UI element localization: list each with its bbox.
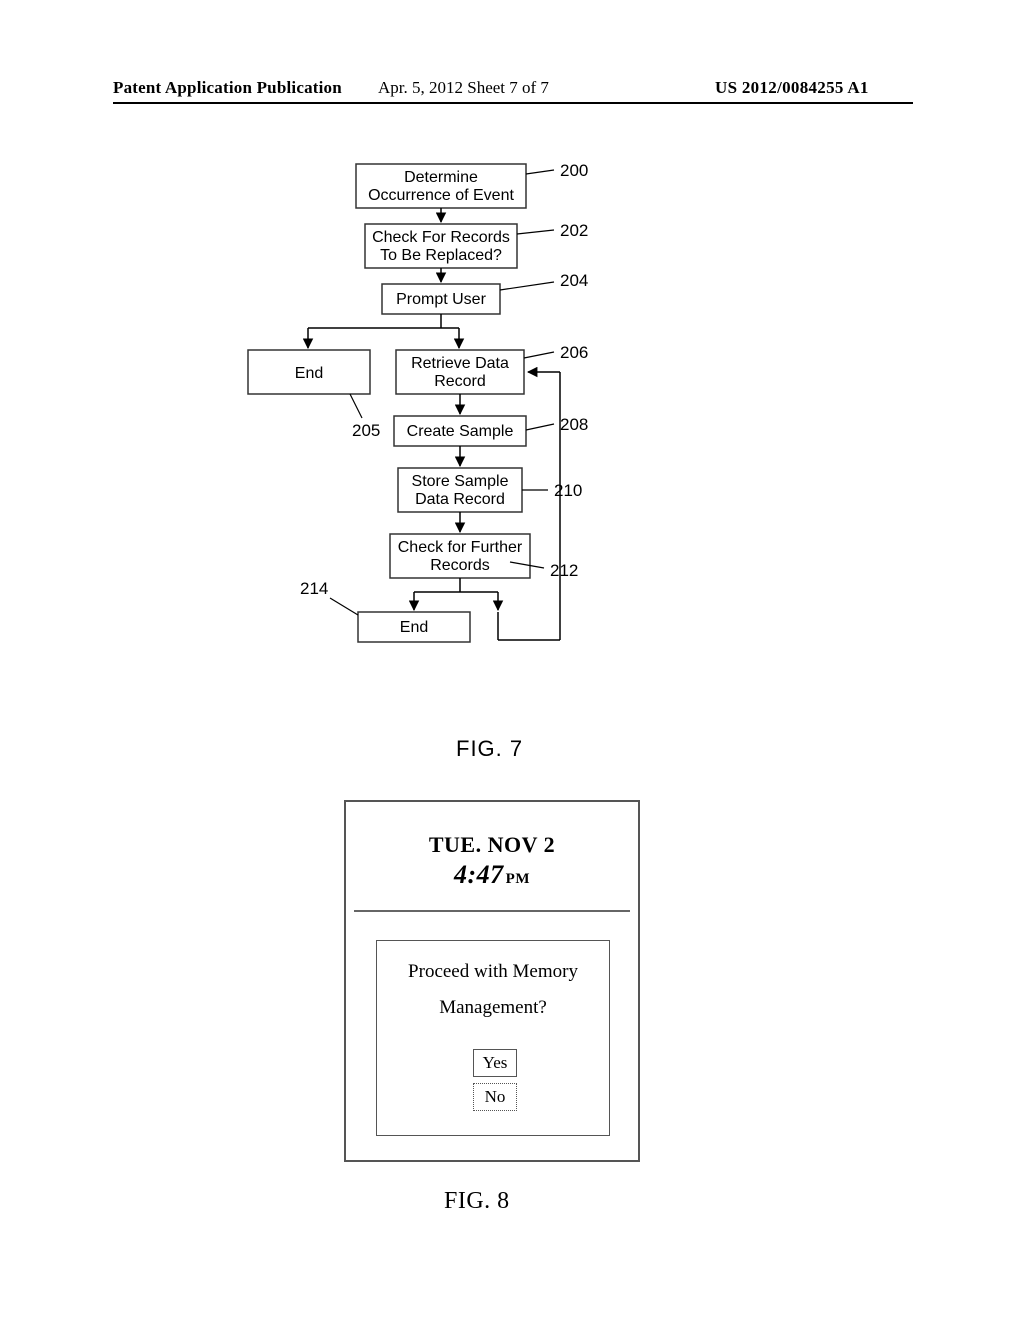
ref-212: 212 xyxy=(550,561,578,580)
box-210: Store Sample Data Record xyxy=(398,468,522,512)
svg-text:Record: Record xyxy=(434,373,486,390)
ref-208: 208 xyxy=(560,415,588,434)
svg-text:Records: Records xyxy=(430,557,490,574)
yes-button[interactable]: Yes xyxy=(473,1049,517,1077)
time-text: 4:47PM xyxy=(346,860,638,890)
ref-210: 210 xyxy=(554,481,582,500)
svg-text:Prompt User: Prompt User xyxy=(396,291,486,308)
svg-text:Store Sample: Store Sample xyxy=(412,473,509,490)
svg-text:Create Sample: Create Sample xyxy=(407,423,514,440)
prompt-line2: Management? xyxy=(377,997,609,1019)
svg-text:End: End xyxy=(295,365,323,382)
box-202: Check For Records To Be Replaced? xyxy=(365,224,517,268)
no-button[interactable]: No xyxy=(473,1083,517,1111)
ref-204: 204 xyxy=(560,271,588,290)
box-214-end: End xyxy=(358,612,470,642)
ref-200: 200 xyxy=(560,161,588,180)
svg-text:End: End xyxy=(400,619,428,636)
time-value: 4:47 xyxy=(454,860,504,889)
svg-text:Check For Records: Check For Records xyxy=(372,229,510,246)
date-text: TUE. NOV 2 xyxy=(346,832,638,858)
prompt-dialog: Proceed with Memory Management? Yes No xyxy=(376,940,610,1136)
figure-8-caption: FIG. 8 xyxy=(444,1188,510,1215)
divider xyxy=(354,910,630,912)
box-205-end: End xyxy=(248,350,370,394)
time-ampm: PM xyxy=(506,871,530,887)
box-206: Retrieve Data Record xyxy=(396,350,524,394)
ref-206: 206 xyxy=(560,343,588,362)
figure-7-flowchart: Determine Occurrence of Event 200 Check … xyxy=(0,0,1024,780)
figure-7-caption: FIG. 7 xyxy=(456,736,523,762)
svg-text:Data Record: Data Record xyxy=(415,491,505,508)
ref-205: 205 xyxy=(352,421,380,440)
svg-text:Check for Further: Check for Further xyxy=(398,539,523,556)
ref-202: 202 xyxy=(560,221,588,240)
box-212: Check for Further Records xyxy=(390,534,530,578)
box-204: Prompt User xyxy=(382,284,500,314)
svg-text:To Be Replaced?: To Be Replaced? xyxy=(380,247,502,264)
prompt-line1: Proceed with Memory xyxy=(377,961,609,983)
box-200: Determine Occurrence of Event xyxy=(356,164,526,208)
ref-214: 214 xyxy=(300,579,328,598)
svg-text:Determine: Determine xyxy=(404,169,478,186)
svg-text:Occurrence of Event: Occurrence of Event xyxy=(368,187,514,204)
box-208: Create Sample xyxy=(394,416,526,446)
figure-8-screen: TUE. NOV 2 4:47PM Proceed with Memory Ma… xyxy=(344,800,640,1162)
svg-text:Retrieve Data: Retrieve Data xyxy=(411,355,509,372)
